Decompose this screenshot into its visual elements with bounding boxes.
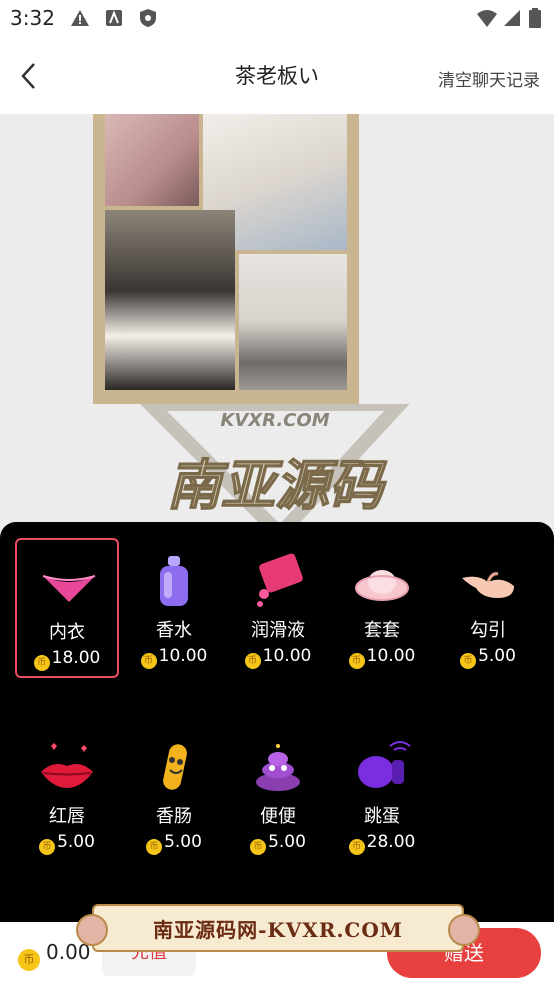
gift-price: 币 28.00 — [330, 832, 434, 855]
gift-name: 套套 — [364, 620, 400, 641]
coin-icon: 币 — [250, 839, 267, 855]
coin-icon: 币 — [146, 839, 163, 855]
chat-area[interactable]: KVXR.COM 南亚源码 — [0, 114, 554, 534]
warning-icon — [71, 10, 89, 26]
gift-item-lubricant[interactable]: 润滑液 币 10.00 — [226, 538, 330, 678]
gift-price: 币 10.00 — [226, 646, 330, 669]
watermark-logo: KVXR.COM 南亚源码 — [140, 404, 410, 534]
gift-name: 内衣 — [49, 622, 85, 643]
wifi-icon — [477, 10, 497, 27]
gift-item-beckon[interactable]: 勾引 币 5.00 — [436, 538, 540, 678]
lubricant-icon — [257, 553, 303, 607]
gift-name: 香肠 — [156, 806, 192, 827]
coin-icon: 币 — [140, 653, 157, 669]
photo-thumb — [105, 114, 199, 206]
gift-name: 跳蛋 — [364, 806, 400, 827]
gift-item-perfume[interactable]: 香水 币 10.00 — [122, 538, 226, 678]
image-message[interactable] — [93, 114, 359, 404]
coin-icon: 币 — [348, 653, 365, 669]
coin-icon: 币 — [39, 839, 56, 855]
battery-icon — [529, 8, 541, 28]
gift-price: 币 18.00 — [17, 648, 117, 671]
shield-icon — [140, 9, 156, 27]
clear-chat-button[interactable]: 清空聊天记录 — [438, 66, 540, 91]
gift-item-red-lips[interactable]: 红唇 币 5.00 — [15, 724, 119, 864]
gift-name: 香水 — [156, 620, 192, 641]
coin-icon: 币 — [33, 655, 50, 671]
photo-thumb — [105, 210, 235, 390]
gift-item-underwear[interactable]: 内衣 币 18.00 — [15, 538, 119, 678]
coin-icon: 币 — [460, 653, 477, 669]
gift-name: 勾引 — [470, 620, 506, 641]
gift-item-poop[interactable]: 便便 币 5.00 — [226, 724, 330, 864]
signal-icon — [504, 10, 520, 26]
coin-balance: 币 0.00 — [18, 940, 91, 971]
gift-item-condom[interactable]: 套套 币 10.00 — [330, 538, 434, 678]
gift-price: 币 10.00 — [330, 646, 434, 669]
gift-price: 币 5.00 — [15, 832, 119, 855]
gift-price: 币 5.00 — [436, 646, 540, 669]
watermark-title: 南亚源码 — [167, 453, 387, 517]
gift-item-vibrator[interactable]: 跳蛋 币 28.00 — [330, 724, 434, 864]
gift-name: 润滑液 — [251, 620, 305, 641]
watermark-url: KVXR.COM — [220, 410, 329, 431]
status-bar: 3:32 — [0, 0, 554, 38]
gift-price: 币 5.00 — [122, 832, 226, 855]
coin-icon: 币 — [244, 653, 261, 669]
gift-name: 便便 — [260, 806, 296, 827]
coin-icon: 币 — [348, 839, 365, 855]
perfume-icon — [160, 556, 188, 606]
gift-price: 币 5.00 — [226, 832, 330, 855]
app-notification-icon — [106, 10, 122, 26]
poop-icon — [256, 744, 300, 791]
watermark-banner: 南亚源码网-KVXR.COM — [76, 904, 480, 952]
gift-price: 币 10.00 — [122, 646, 226, 669]
condom-icon — [355, 570, 409, 601]
gift-name: 红唇 — [49, 806, 85, 827]
gift-panel: 内衣 币 18.00 香水 币 10.00 润滑液 币 10.00 套套 币 10.00… — [0, 522, 554, 922]
vibrator-icon — [358, 741, 411, 788]
red-lips-icon — [41, 743, 93, 788]
beckon-hand-icon — [462, 572, 514, 598]
coin-icon: 币 — [18, 949, 40, 971]
photo-thumb — [239, 254, 347, 390]
status-time: 3:32 — [10, 6, 55, 30]
gift-item-sausage[interactable]: 香肠 币 5.00 — [122, 724, 226, 864]
thong-icon — [42, 575, 96, 602]
chat-header: 茶老板い 清空聊天记录 — [0, 38, 554, 114]
sausage-icon — [163, 744, 187, 790]
